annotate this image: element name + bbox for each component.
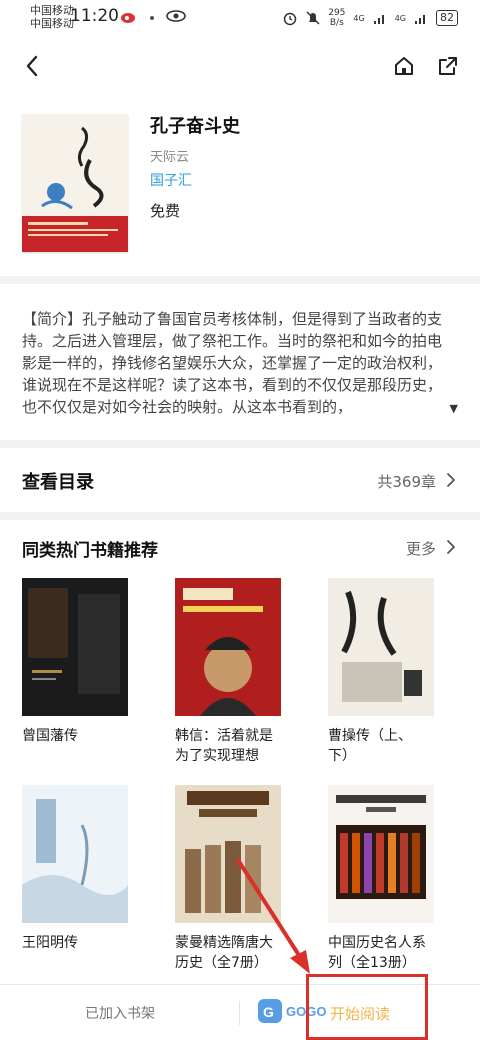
book-card[interactable]: 王阳明传	[22, 785, 128, 953]
chevron-right-icon	[447, 473, 455, 487]
book-cover	[22, 578, 128, 716]
notification-icons	[120, 8, 186, 24]
book-card[interactable]: 蒙曼精选隋唐大历史（全7册）	[175, 785, 281, 973]
book-card[interactable]: 曾国藩传	[22, 578, 128, 746]
section-title: 同类热门书籍推荐	[22, 541, 158, 561]
back-button[interactable]	[16, 50, 48, 82]
chapter-count: 共369章	[377, 473, 436, 491]
eye-icon	[166, 10, 186, 22]
carrier-2: 中国移动	[30, 17, 74, 30]
book-name: 蒙曼精选隋唐大历史（全7册）	[175, 935, 273, 971]
svg-text:G: G	[263, 1004, 274, 1020]
carrier-1: 中国移动	[30, 4, 74, 17]
more-link[interactable]: 更多	[406, 538, 436, 559]
book-cover	[328, 785, 434, 923]
network-type-2: 4G	[394, 13, 406, 23]
chevron-left-icon	[26, 55, 38, 77]
network-type-1: 4G	[353, 13, 365, 23]
home-icon	[395, 57, 413, 75]
annotation-highlight-box	[306, 974, 428, 1040]
dot-icon	[150, 16, 154, 20]
toc-label: 查看目录	[22, 472, 94, 493]
home-button[interactable]	[388, 50, 420, 82]
book-name: 韩信：活着就是为了实现理想	[175, 728, 273, 764]
book-name: 王阳明传	[22, 935, 78, 951]
mute-icon	[306, 11, 320, 25]
battery-indicator: 82	[436, 10, 458, 26]
book-intro[interactable]: 【简介】孔子触动了鲁国官员考核体制，但是得到了当政者的支持。之后进入管理层，做了…	[0, 284, 480, 440]
book-title: 孔子奋斗史	[150, 116, 240, 137]
book-name: 中国历史名人系列（全13册）	[328, 935, 426, 971]
share-icon	[439, 57, 457, 75]
book-price: 免费	[150, 202, 181, 220]
share-button[interactable]	[432, 50, 464, 82]
book-cover[interactable]	[22, 114, 128, 252]
added-to-shelf-button[interactable]: 已加入书架	[0, 985, 240, 1040]
book-name: 曾国藩传	[22, 728, 78, 744]
book-publisher[interactable]: 国子汇	[150, 170, 192, 190]
weibo-icon	[121, 13, 135, 23]
expand-icon[interactable]: ▼	[450, 402, 458, 415]
book-cover	[328, 578, 434, 716]
book-author[interactable]: 天际云	[150, 146, 189, 165]
carrier-info: 中国移动 中国移动	[30, 4, 74, 30]
book-name: 曹操传（上、下）	[328, 728, 412, 764]
book-cover	[175, 785, 281, 923]
book-card[interactable]: 中国历史名人系列（全13册）	[328, 785, 434, 973]
signal-icon	[415, 15, 425, 24]
book-cover	[22, 785, 128, 923]
status-bar: 中国移动 中国移动 11:20 295 B/s 4G 4G 82	[0, 0, 480, 36]
book-card[interactable]: 韩信：活着就是为了实现理想	[175, 578, 281, 766]
chevron-right-icon[interactable]	[444, 537, 458, 557]
signal-icon	[373, 15, 384, 24]
table-of-contents-row[interactable]: 查看目录 共369章	[0, 448, 480, 512]
book-cover	[175, 578, 281, 716]
system-icons: 295 B/s 4G 4G 82	[282, 8, 458, 28]
book-cover-art	[22, 114, 128, 252]
nav-bar	[0, 36, 480, 96]
book-card[interactable]: 曹操传（上、下）	[328, 578, 434, 766]
net-speed: 295 B/s	[328, 8, 346, 28]
clock: 11:20	[70, 6, 119, 26]
recommendations-section: 同类热门书籍推荐 更多 曾国藩传 韩信：活着就是为了实现理想 曹操传（上、下） …	[0, 520, 480, 984]
book-header: 孔子奋斗史 天际云 国子汇 免费	[0, 96, 480, 276]
alarm-icon	[283, 12, 297, 26]
